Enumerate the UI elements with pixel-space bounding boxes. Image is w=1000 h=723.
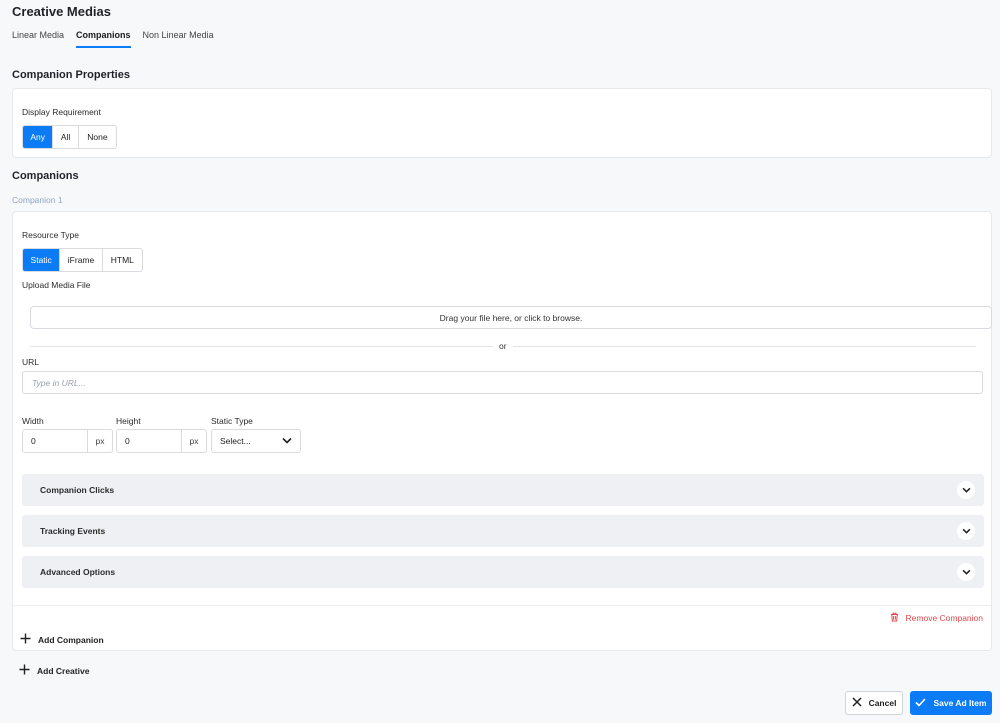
companion-item-label: Companion 1 xyxy=(12,195,63,205)
width-unit: px xyxy=(87,430,112,452)
dropzone-text: Drag your file here, or click to browse. xyxy=(439,312,583,323)
url-input[interactable] xyxy=(22,371,983,394)
width-field: px xyxy=(22,429,113,453)
tab-companions[interactable]: Companions xyxy=(76,29,131,48)
save-ad-item-label: Save Ad Item xyxy=(933,698,987,708)
plus-icon xyxy=(20,633,31,646)
page-title: Creative Medias xyxy=(12,4,111,19)
accordion-advanced-options-label: Advanced Options xyxy=(40,567,116,577)
height-field: px xyxy=(116,429,207,453)
file-dropzone[interactable]: Drag your file here, or click to browse. xyxy=(30,306,992,329)
trash-icon xyxy=(890,612,899,624)
display-requirement-all[interactable]: All xyxy=(53,126,79,148)
accordion-companion-clicks[interactable]: Companion Clicks xyxy=(22,474,984,506)
companions-title: Companions xyxy=(12,170,79,182)
resource-type-html[interactable]: HTML xyxy=(103,249,142,271)
upload-media-label: Upload Media File xyxy=(22,280,91,290)
companion-properties-card: Display Requirement Any All None xyxy=(12,88,992,158)
chevron-down-icon xyxy=(957,563,975,581)
accordion-tracking-events[interactable]: Tracking Events xyxy=(22,515,984,547)
chevron-down-icon xyxy=(957,522,975,540)
accordion-tracking-events-label: Tracking Events xyxy=(40,526,106,536)
or-text: or xyxy=(493,341,513,351)
width-input[interactable] xyxy=(23,430,87,452)
display-requirement-toggle: Any All None xyxy=(22,125,117,149)
save-ad-item-button[interactable]: Save Ad Item xyxy=(910,691,992,715)
resource-type-toggle: Static iFrame HTML xyxy=(22,248,143,272)
add-creative-label: Add Creative xyxy=(37,665,90,676)
chevron-down-icon xyxy=(957,481,975,499)
width-label: Width xyxy=(22,416,44,426)
check-icon xyxy=(915,697,927,709)
add-companion-label: Add Companion xyxy=(38,634,104,645)
remove-companion-button[interactable]: Remove Companion xyxy=(890,612,983,624)
plus-icon xyxy=(19,664,30,677)
accordion-companion-clicks-label: Companion Clicks xyxy=(40,485,115,495)
resource-type-iframe[interactable]: iFrame xyxy=(60,249,103,271)
static-type-select[interactable]: Select... xyxy=(211,429,301,453)
static-type-label: Static Type xyxy=(211,416,253,426)
resource-type-label: Resource Type xyxy=(22,230,80,240)
remove-companion-label: Remove Companion xyxy=(905,613,983,623)
height-input[interactable] xyxy=(117,430,181,452)
chevron-down-icon xyxy=(282,436,292,446)
url-label: URL xyxy=(22,357,40,367)
add-companion-button[interactable]: Add Companion xyxy=(20,633,104,646)
height-unit: px xyxy=(181,430,206,452)
resource-type-static[interactable]: Static xyxy=(23,249,61,271)
display-requirement-none[interactable]: None xyxy=(79,126,116,148)
tab-non-linear-media[interactable]: Non Linear Media xyxy=(143,29,214,48)
companion-card: Resource Type Static iFrame HTML Upload … xyxy=(12,211,992,651)
media-tabs: Linear Media Companions Non Linear Media xyxy=(12,29,214,49)
height-label: Height xyxy=(116,416,141,426)
card-divider xyxy=(13,605,991,606)
close-icon xyxy=(852,697,862,709)
display-requirement-any[interactable]: Any xyxy=(23,126,54,148)
companion-properties-title: Companion Properties xyxy=(12,69,130,81)
cancel-label: Cancel xyxy=(868,698,897,708)
static-type-value: Select... xyxy=(220,436,251,446)
accordion-advanced-options[interactable]: Advanced Options xyxy=(22,556,984,588)
display-requirement-label: Display Requirement xyxy=(22,107,101,117)
cancel-button[interactable]: Cancel xyxy=(845,691,903,715)
tab-linear-media[interactable]: Linear Media xyxy=(12,29,64,48)
add-creative-button[interactable]: Add Creative xyxy=(19,664,89,677)
